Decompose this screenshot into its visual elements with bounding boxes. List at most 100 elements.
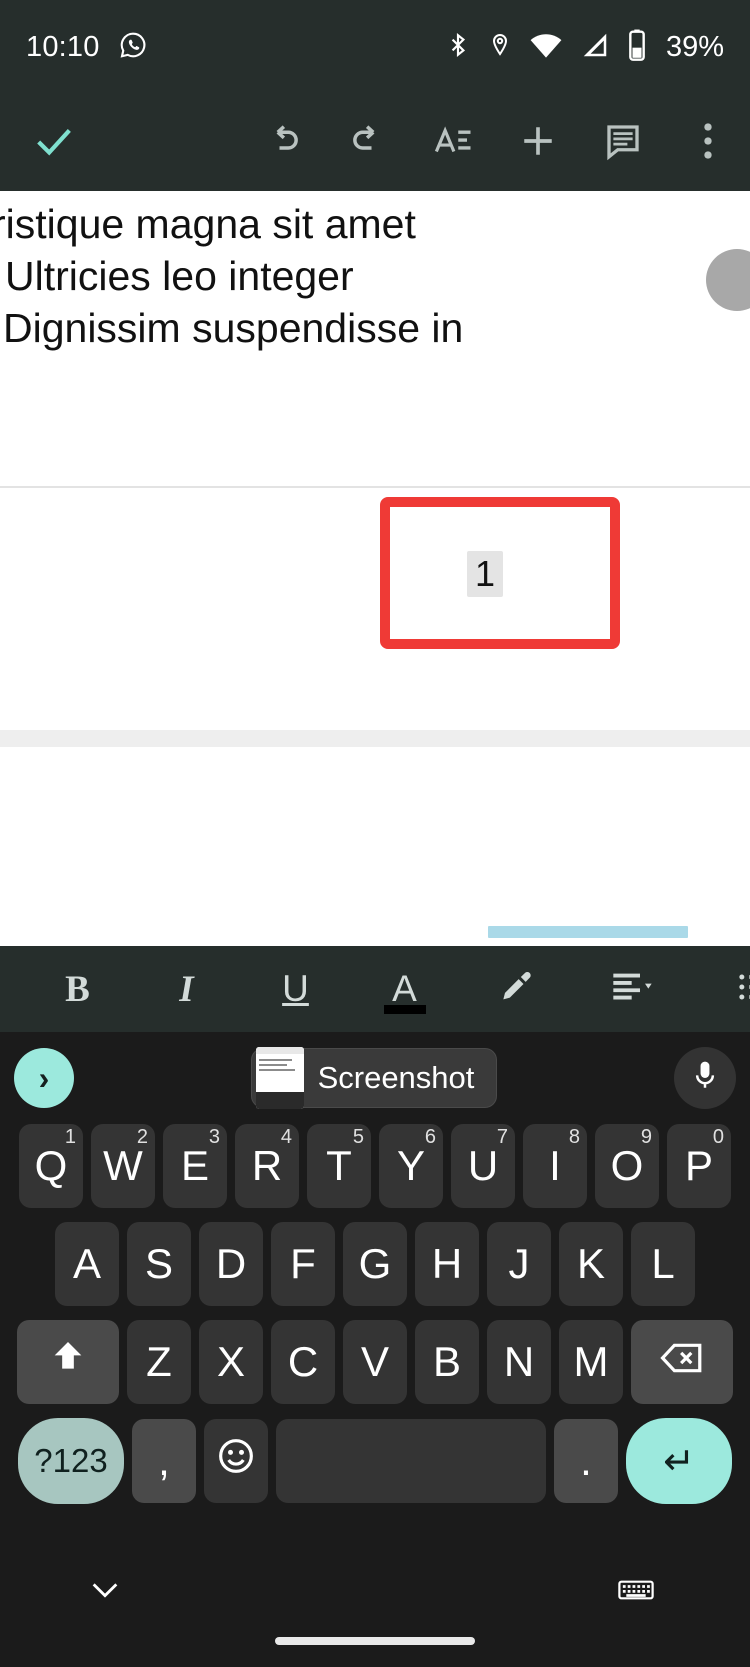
document-page-2[interactable] bbox=[0, 747, 750, 946]
key-h[interactable]: H bbox=[415, 1222, 479, 1306]
key-w[interactable]: W2 bbox=[91, 1124, 155, 1208]
highlight-button[interactable] bbox=[472, 946, 555, 1032]
battery-icon bbox=[627, 29, 647, 66]
key-r-number: 4 bbox=[280, 1126, 292, 1148]
keyboard-row-1: Q1 W2 E3 R4 T5 Y6 U7 I8 O9 P0 bbox=[4, 1124, 746, 1208]
key-p[interactable]: P0 bbox=[667, 1124, 731, 1208]
key-f[interactable]: F bbox=[271, 1222, 335, 1306]
backspace-icon bbox=[660, 1338, 704, 1386]
highlight-pen-icon bbox=[494, 967, 534, 1012]
more-options-button[interactable] bbox=[665, 120, 750, 167]
key-j[interactable]: J bbox=[487, 1222, 551, 1306]
key-k[interactable]: K bbox=[559, 1222, 623, 1306]
document-line-2[interactable]: Ultricies leo integer bbox=[5, 250, 354, 302]
key-t-number: 5 bbox=[352, 1126, 364, 1148]
document-line-1[interactable]: ristique magna sit amet bbox=[0, 198, 416, 250]
status-bar-right: 39% bbox=[445, 29, 724, 66]
emoji-key[interactable] bbox=[204, 1419, 268, 1503]
keyboard-row-3: Z X C V B N M bbox=[4, 1320, 746, 1404]
key-y[interactable]: Y6 bbox=[379, 1124, 443, 1208]
document-line-3[interactable]: Dignissim suspendisse in bbox=[3, 302, 463, 354]
battery-percent: 39% bbox=[665, 31, 724, 63]
page-break-gap bbox=[0, 730, 750, 747]
key-o[interactable]: O9 bbox=[595, 1124, 659, 1208]
clipboard-suggestion-chip[interactable]: Screenshot bbox=[250, 1047, 498, 1109]
hide-keyboard-button[interactable] bbox=[88, 1577, 122, 1609]
suggestion-strip: › Screenshot bbox=[0, 1032, 750, 1124]
key-e-number: 3 bbox=[208, 1126, 220, 1148]
key-t[interactable]: T5 bbox=[307, 1124, 371, 1208]
key-b[interactable]: B bbox=[415, 1320, 479, 1404]
switch-keyboard-button[interactable] bbox=[618, 1577, 654, 1608]
backspace-key[interactable] bbox=[631, 1320, 733, 1404]
status-time: 10:10 bbox=[26, 31, 100, 63]
key-u-number: 7 bbox=[496, 1126, 508, 1148]
clipboard-chip-label: Screenshot bbox=[317, 1060, 475, 1095]
key-l[interactable]: L bbox=[631, 1222, 695, 1306]
shift-key[interactable] bbox=[17, 1320, 119, 1404]
screenshot-thumbnail-icon bbox=[255, 1047, 304, 1109]
key-g[interactable]: G bbox=[343, 1222, 407, 1306]
keyboard-row-4: ?123 , . ↵ bbox=[4, 1418, 746, 1504]
key-i[interactable]: I8 bbox=[523, 1124, 587, 1208]
comma-key[interactable]: , bbox=[132, 1419, 196, 1503]
key-e[interactable]: E3 bbox=[163, 1124, 227, 1208]
voice-input-button[interactable] bbox=[673, 1047, 736, 1109]
comment-button[interactable] bbox=[580, 120, 665, 167]
emoji-icon bbox=[216, 1436, 256, 1486]
key-z[interactable]: Z bbox=[127, 1320, 191, 1404]
keyboard-rows: Q1 W2 E3 R4 T5 Y6 U7 I8 O9 P0 A S D F G … bbox=[0, 1124, 750, 1504]
text-color-swatch bbox=[383, 1005, 426, 1014]
key-x[interactable]: X bbox=[199, 1320, 263, 1404]
navigation-home-indicator[interactable] bbox=[275, 1637, 475, 1645]
done-button[interactable] bbox=[0, 118, 108, 169]
microphone-icon bbox=[691, 1059, 719, 1098]
text-color-icon: A bbox=[392, 968, 417, 1009]
key-a[interactable]: A bbox=[55, 1222, 119, 1306]
text-selection-bar bbox=[488, 926, 688, 938]
key-u[interactable]: U7 bbox=[451, 1124, 515, 1208]
format-button[interactable] bbox=[410, 120, 495, 167]
format-toolbar: B I U A bbox=[0, 946, 750, 1032]
document-page-1[interactable]: ristique magna sit amet Ultricies leo in… bbox=[0, 191, 750, 731]
enter-key[interactable]: ↵ bbox=[626, 1418, 732, 1504]
key-o-number: 9 bbox=[640, 1126, 652, 1148]
phone-screen: 10:10 39% ristique magna sit amet Ultric… bbox=[0, 0, 750, 1667]
key-i-number: 8 bbox=[568, 1126, 580, 1148]
status-bar-left: 10:10 bbox=[26, 30, 148, 65]
page-footer-divider bbox=[0, 486, 750, 488]
key-c[interactable]: C bbox=[271, 1320, 335, 1404]
document-area[interactable]: ristique magna sit amet Ultricies leo in… bbox=[0, 191, 750, 946]
bold-button[interactable]: B bbox=[36, 946, 119, 1032]
text-format-icon bbox=[432, 120, 474, 167]
expand-suggestions-button[interactable]: › bbox=[14, 1048, 74, 1108]
key-e-label: E bbox=[180, 1142, 209, 1189]
key-q[interactable]: Q1 bbox=[19, 1124, 83, 1208]
list-button[interactable] bbox=[714, 946, 750, 1032]
annotation-highlight-box bbox=[380, 497, 620, 649]
symbols-key[interactable]: ?123 bbox=[18, 1418, 124, 1504]
key-q-label: Q bbox=[34, 1142, 68, 1189]
plus-icon bbox=[516, 119, 560, 168]
italic-icon: I bbox=[179, 968, 194, 1010]
checkmark-icon bbox=[31, 118, 77, 169]
key-s[interactable]: S bbox=[127, 1222, 191, 1306]
align-button[interactable] bbox=[593, 946, 676, 1032]
key-r[interactable]: R4 bbox=[235, 1124, 299, 1208]
space-key[interactable] bbox=[276, 1419, 546, 1503]
shift-arrow-icon bbox=[48, 1337, 88, 1387]
redo-icon bbox=[347, 120, 389, 167]
key-m[interactable]: M bbox=[559, 1320, 623, 1404]
period-key[interactable]: . bbox=[554, 1419, 618, 1503]
underline-button[interactable]: U bbox=[254, 946, 337, 1032]
key-v[interactable]: V bbox=[343, 1320, 407, 1404]
italic-button[interactable]: I bbox=[145, 946, 228, 1032]
key-n[interactable]: N bbox=[487, 1320, 551, 1404]
redo-button[interactable] bbox=[325, 120, 410, 167]
undo-button[interactable] bbox=[240, 120, 325, 167]
key-q-number: 1 bbox=[64, 1126, 76, 1148]
key-d[interactable]: D bbox=[199, 1222, 263, 1306]
insert-button[interactable] bbox=[495, 119, 580, 168]
text-color-button[interactable]: A bbox=[363, 946, 446, 1032]
key-p-number: 0 bbox=[712, 1126, 724, 1148]
